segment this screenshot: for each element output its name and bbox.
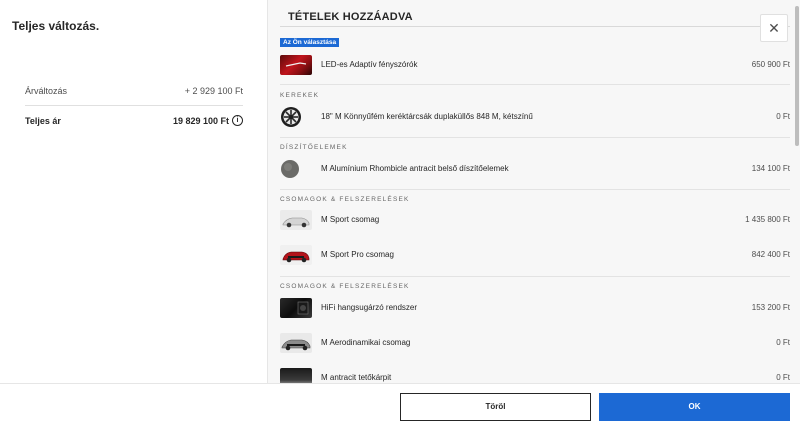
- item-name: M Aerodinamikai csomag: [321, 338, 411, 347]
- item-price: 842 400 Ft: [751, 250, 790, 259]
- section-label-trims: DÍSZÍTŐELEMEK: [280, 144, 348, 151]
- added-items-title: TÉTELEK HOZZÁADVA: [288, 11, 413, 23]
- price-change-label: Árváltozás: [25, 86, 68, 96]
- total-price-label: Teljes ár: [25, 116, 61, 126]
- list-item: M Alumínium Rhombicle antracit belső dís…: [280, 158, 790, 180]
- section-label-wheels: KEREKEK: [280, 92, 320, 99]
- info-icon[interactable]: i: [232, 115, 243, 126]
- section-divider: [280, 84, 790, 85]
- list-item: HiFi hangsugárzó rendszer 153 200 Ft: [280, 297, 790, 319]
- total-price-row: Teljes ár 19 829 100 Ft i: [25, 115, 243, 134]
- item-price: 0 Ft: [776, 112, 790, 121]
- m-sport-pro-thumbnail: [280, 245, 312, 265]
- price-change-row: Árváltozás + 2 929 100 Ft: [25, 86, 243, 106]
- item-name: M antracit tetőkárpit: [321, 373, 392, 382]
- price-change-value: + 2 929 100 Ft: [184, 86, 243, 96]
- item-name: 18" M Könnyűfém keréktárcsák duplaküllős…: [321, 112, 533, 121]
- section-label-packages: CSOMAGOK & FELSZERELÉSEK: [280, 196, 410, 203]
- item-price: 650 900 Ft: [751, 60, 790, 69]
- item-name: M Sport csomag: [321, 215, 380, 224]
- m-sport-thumbnail: [280, 210, 312, 230]
- item-price: 0 Ft: [776, 338, 790, 347]
- list-item: LED-es Adaptív fényszórók 650 900 Ft: [280, 54, 790, 76]
- trim-thumbnail: [280, 159, 312, 179]
- section-divider: [280, 189, 790, 190]
- item-name: LED-es Adaptív fényszórók: [321, 60, 418, 69]
- item-price: 153 200 Ft: [751, 303, 790, 312]
- your-choice-badge: Az Ön választása: [280, 38, 340, 47]
- hifi-thumbnail: [280, 298, 312, 318]
- added-items-panel: TÉTELEK HOZZÁADVA Az Ön választása LED-e…: [268, 0, 800, 383]
- list-item: 18" M Könnyűfém keréktárcsák duplaküllős…: [280, 106, 790, 128]
- item-name: M Alumínium Rhombicle antracit belső dís…: [321, 164, 509, 173]
- scrollbar[interactable]: [795, 6, 799, 146]
- list-item: M Sport csomag 1 435 800 Ft: [280, 209, 790, 231]
- item-name: M Sport Pro csomag: [321, 250, 394, 259]
- headliner-thumbnail: [280, 368, 312, 383]
- title-divider: [280, 26, 790, 27]
- section-divider: [280, 137, 790, 138]
- delete-button[interactable]: Töröl: [400, 393, 591, 421]
- item-name: HiFi hangsugárzó rendszer: [321, 303, 418, 312]
- section-label-packages-2: CSOMAGOK & FELSZERELÉSEK: [280, 283, 410, 290]
- item-price: 134 100 Ft: [751, 164, 790, 173]
- summary-title: Teljes változás.: [12, 19, 100, 33]
- total-price-value: 19 829 100 Ft: [172, 116, 229, 126]
- section-divider: [280, 276, 790, 277]
- item-price: 1 435 800 Ft: [745, 215, 790, 224]
- list-item: M Aerodinamikai csomag 0 Ft: [280, 332, 790, 354]
- summary-panel: Teljes változás. Árváltozás + 2 929 100 …: [0, 0, 268, 383]
- aero-thumbnail: [280, 333, 312, 353]
- list-item: M antracit tetőkárpit 0 Ft: [280, 367, 790, 383]
- headlight-thumbnail: [280, 55, 312, 75]
- list-item: M Sport Pro csomag 842 400 Ft: [280, 244, 790, 266]
- close-button[interactable]: ✕: [760, 14, 788, 42]
- footer-bar: Töröl OK: [0, 383, 800, 427]
- wheel-thumbnail: [280, 107, 312, 127]
- ok-button[interactable]: OK: [599, 393, 790, 421]
- item-price: 0 Ft: [776, 373, 790, 382]
